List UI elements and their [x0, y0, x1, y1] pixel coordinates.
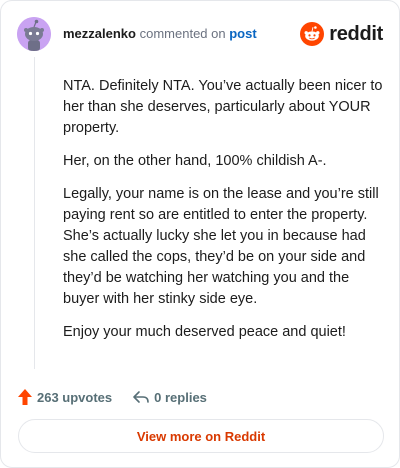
- upvotes-stat[interactable]: 263 upvotes: [17, 388, 112, 406]
- comment-paragraph: NTA. Definitely NTA. You’ve actually bee…: [63, 78, 383, 136]
- comment-header: mezzalenko commented on post reddit: [17, 17, 383, 51]
- reddit-logo[interactable]: reddit: [300, 21, 383, 47]
- comment-paragraph: Legally, your name is on the lease and y…: [63, 186, 379, 307]
- comment-paragraph: Enjoy your much deserved peace and quiet…: [63, 324, 346, 340]
- comment-body: NTA. Definitely NTA. You’ve actually bee…: [63, 76, 385, 355]
- upvote-arrow-icon: [18, 389, 32, 405]
- replies-stat[interactable]: 0 replies: [132, 389, 207, 405]
- replies-count: 0 replies: [154, 389, 207, 405]
- reddit-snoo-icon: [300, 22, 325, 46]
- view-more-button[interactable]: View more on Reddit: [18, 419, 384, 453]
- comment-paragraph: Her, on the other hand, 100% childish A-…: [63, 153, 327, 169]
- reply-arrow-icon: [133, 391, 149, 403]
- snoo-avatar-icon[interactable]: [17, 17, 51, 51]
- embedded-comment-card: mezzalenko commented on post reddit NTA.…: [0, 0, 400, 468]
- thread-line: [34, 57, 35, 369]
- comment-meta: mezzalenko commented on post: [63, 26, 257, 42]
- reddit-wordmark: reddit: [329, 22, 383, 45]
- post-link[interactable]: post: [229, 26, 256, 41]
- upvotes-count: 263 upvotes: [37, 389, 113, 405]
- action-text: commented on: [139, 26, 226, 41]
- comment-stats: 263 upvotes 0 replies: [17, 387, 227, 407]
- username[interactable]: mezzalenko: [63, 26, 136, 41]
